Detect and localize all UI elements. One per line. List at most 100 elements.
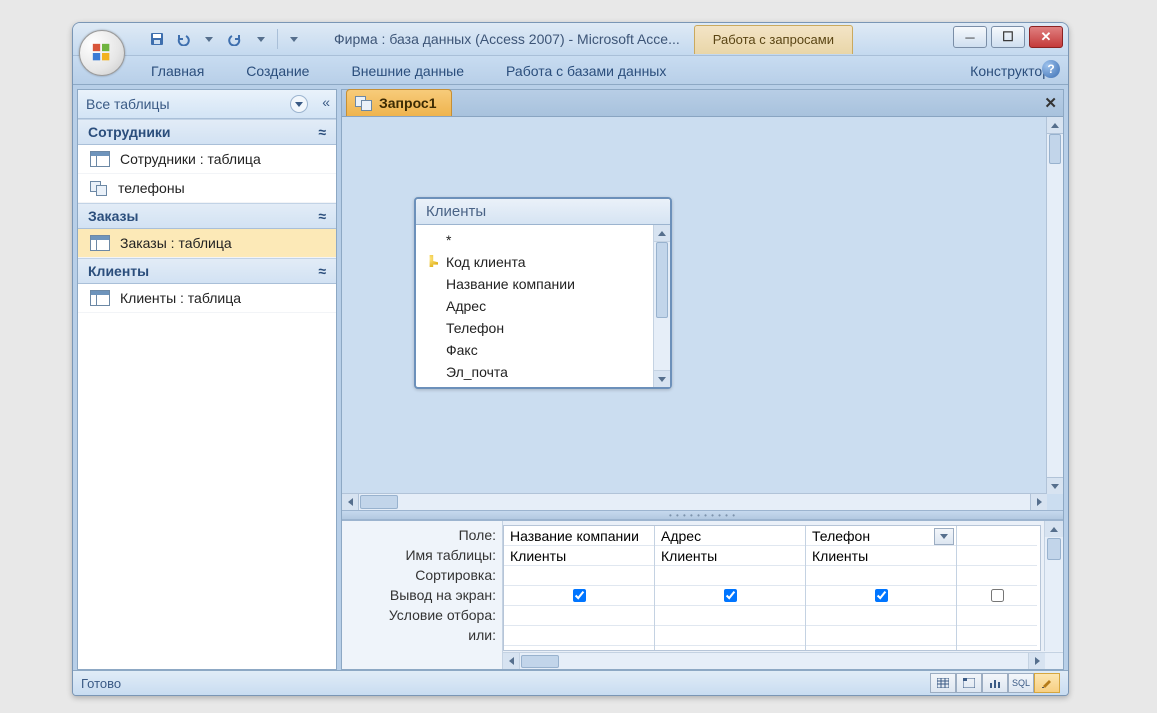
query-grid-pane: Поле: Имя таблицы: Сортировка: Вывод на … [342,520,1063,669]
field-fax[interactable]: Факс [446,339,647,361]
field-star[interactable]: * [446,229,647,251]
grid-vscrollbar[interactable] [1044,521,1063,651]
scroll-down-icon[interactable] [654,370,670,387]
cell-criteria[interactable] [806,606,956,626]
cell-table[interactable]: Клиенты [806,546,956,566]
view-sql-button[interactable]: SQL [1008,673,1034,693]
navigation-pane: Все таблицы « Сотрудники ≈ Сотрудники : … [77,89,337,670]
redo-button[interactable] [225,29,245,49]
grid-column-3[interactable]: Телефон Клиенты [806,526,957,650]
document-tab-label: Запрос1 [379,95,437,111]
grid-column-1[interactable]: Название компании Клиенты [504,526,655,650]
field-address[interactable]: Адрес [446,295,647,317]
office-button[interactable] [79,30,125,76]
undo-icon [176,32,190,46]
nav-pane-collapse[interactable]: « [322,94,330,110]
undo-button[interactable] [173,29,193,49]
view-pivotchart-button[interactable] [982,673,1008,693]
field-email[interactable]: Эл_почта [446,361,647,383]
table-box-scrollbar[interactable] [653,225,670,387]
view-datasheet-button[interactable] [930,673,956,693]
grid-label-field: Поле: [342,525,502,545]
save-button[interactable] [147,29,167,49]
table-box-title[interactable]: Клиенты [416,199,670,225]
field-dropdown-button[interactable] [934,528,954,545]
document-tab-query1[interactable]: Запрос1 [346,89,452,116]
contextual-tab-title: Работа с запросами [694,25,853,54]
ribbon-tab-externaldata[interactable]: Внешние данные [333,58,482,84]
cell-sort[interactable] [504,566,654,586]
cell-or[interactable] [806,626,956,646]
qat-customize-dropdown[interactable] [284,29,304,49]
help-icon[interactable]: ? [1042,60,1060,78]
nav-pane-header[interactable]: Все таблицы « [78,90,336,119]
field-company-name[interactable]: Название компании [446,273,647,295]
query-icon [355,96,373,110]
view-design-button[interactable] [1034,673,1060,693]
grid-label-table: Имя таблицы: [342,545,502,565]
scroll-right-icon[interactable] [1028,653,1045,669]
scroll-up-icon[interactable] [1047,117,1063,134]
cell-sort[interactable] [806,566,956,586]
nav-group-clients[interactable]: Клиенты ≈ [78,258,336,284]
nav-item-employees-table[interactable]: Сотрудники : таблица [78,145,336,174]
pane-splitter[interactable]: • • • • • • • • • • [342,510,1063,520]
scroll-left-icon[interactable] [342,494,359,510]
nav-item-clients-table[interactable]: Клиенты : таблица [78,284,336,313]
window-controls: ─ ☐ ✕ [953,26,1063,48]
nav-group-employees[interactable]: Сотрудники ≈ [78,119,336,145]
scroll-up-icon[interactable] [654,225,670,242]
document-close-button[interactable]: ✕ [1044,94,1057,112]
show-checkbox[interactable] [991,589,1004,602]
ribbon-tab-databasetools[interactable]: Работа с базами данных [488,58,684,84]
redo-dropdown[interactable] [251,29,271,49]
table-box-clients[interactable]: Клиенты * Код клиента Название компании … [414,197,672,389]
show-checkbox[interactable] [724,589,737,602]
cell-table[interactable]: Клиенты [504,546,654,566]
cell-criteria[interactable] [655,606,805,626]
nav-group-label: Клиенты [88,263,149,279]
cell-show[interactable] [504,586,654,606]
close-button[interactable]: ✕ [1029,26,1063,48]
cell-sort[interactable] [655,566,805,586]
cell-or[interactable] [655,626,805,646]
scroll-left-icon[interactable] [503,653,520,669]
grid-label-criteria: Условие отбора: [342,605,502,625]
ribbon-tab-create[interactable]: Создание [228,58,327,84]
cell-table[interactable]: Клиенты [655,546,805,566]
nav-pane-dropdown[interactable] [290,95,308,113]
view-pivottable-button[interactable] [956,673,982,693]
document-tab-bar: Запрос1 ✕ [342,90,1063,117]
grid-column-empty[interactable] [957,526,1037,650]
status-bar: Готово SQL [73,670,1068,695]
datasheet-icon [937,678,949,688]
cell-or[interactable] [504,626,654,646]
grid-hscrollbar[interactable] [503,652,1063,669]
nav-item-orders-table[interactable]: Заказы : таблица [78,229,336,258]
table-diagram-pane[interactable]: Клиенты * Код клиента Название компании … [342,117,1063,510]
pane-hscrollbar[interactable] [342,493,1047,510]
show-checkbox[interactable] [875,589,888,602]
application-window: Фирма : база данных (Access 2007) - Micr… [72,22,1069,696]
column-selector-icon[interactable] [1047,538,1061,560]
field-phone[interactable]: Телефон [446,317,647,339]
pane-vscrollbar[interactable] [1046,117,1063,494]
nav-group-orders[interactable]: Заказы ≈ [78,203,336,229]
minimize-button[interactable]: ─ [953,26,987,48]
nav-item-phones-query[interactable]: телефоны [78,174,336,203]
show-checkbox[interactable] [573,589,586,602]
scroll-down-icon[interactable] [1047,477,1063,494]
field-client-code[interactable]: Код клиента [446,251,647,273]
scroll-right-icon[interactable] [1030,494,1047,510]
cell-show[interactable] [655,586,805,606]
cell-show[interactable] [806,586,956,606]
cell-criteria[interactable] [504,606,654,626]
undo-dropdown[interactable] [199,29,219,49]
cell-field[interactable]: Адрес [655,526,805,546]
ribbon-tab-home[interactable]: Главная [133,58,222,84]
cell-field[interactable]: Название компании [504,526,654,546]
collapse-icon: ≈ [318,263,326,279]
scroll-up-icon[interactable] [1045,521,1063,537]
maximize-button[interactable]: ☐ [991,26,1025,48]
grid-column-2[interactable]: Адрес Клиенты [655,526,806,650]
